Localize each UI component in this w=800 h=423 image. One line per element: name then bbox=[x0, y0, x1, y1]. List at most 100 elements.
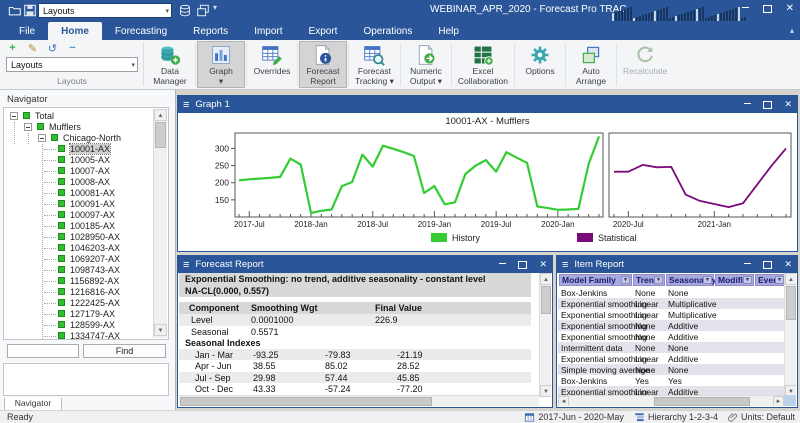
forecast-report-titlebar[interactable]: ≡ Forecast Report ✕ bbox=[178, 256, 552, 273]
scrollbar-thumb[interactable] bbox=[654, 397, 750, 406]
ribbon-button-numeric-output[interactable]: Numeric Output ▾ bbox=[402, 41, 450, 88]
item-report-row[interactable]: Exponential smoothingLinearMultiplicativ… bbox=[558, 298, 786, 309]
tree-item-1098743-AX[interactable]: 1098743-AX bbox=[4, 265, 154, 276]
graph-window-titlebar[interactable]: ≡ Graph 1 ✕ bbox=[178, 96, 797, 113]
window-menu-icon[interactable]: ≡ bbox=[183, 100, 189, 110]
remove-layout-icon[interactable]: − bbox=[66, 42, 79, 55]
close-button[interactable]: ✕ bbox=[784, 99, 792, 110]
menu-tab-reports[interactable]: Reports bbox=[180, 22, 241, 40]
filter-dropdown-icon[interactable]: ▼ bbox=[654, 276, 663, 284]
minimize-button[interactable] bbox=[744, 103, 751, 104]
item-report-titlebar[interactable]: ≡ Item Report ✕ bbox=[557, 256, 797, 273]
tree-branch-Mufflers[interactable]: Mufflers bbox=[4, 122, 154, 133]
maximize-button[interactable] bbox=[763, 101, 772, 109]
close-button[interactable]: ✕ bbox=[786, 3, 794, 14]
window-menu-icon[interactable]: ≡ bbox=[562, 260, 568, 270]
horizontal-scrollbar[interactable] bbox=[179, 395, 539, 406]
filter-dropdown-icon[interactable]: ▼ bbox=[775, 276, 784, 284]
edit-layout-icon[interactable]: ✎ bbox=[26, 42, 39, 55]
item-report-row[interactable]: Exponential smoothingNoneAdditive bbox=[558, 331, 786, 342]
close-button[interactable]: ✕ bbox=[784, 259, 792, 270]
tree-item-1222425-AX[interactable]: 1222425-AX bbox=[4, 298, 154, 309]
tree-item-128599-AX[interactable]: 128599-AX bbox=[4, 320, 154, 331]
layouts-combo[interactable]: Layouts ▾ bbox=[6, 57, 138, 72]
tree-item-1216816-AX[interactable]: 1216816-AX bbox=[4, 287, 154, 298]
ribbon-button-auto-arrange[interactable]: Auto Arrange bbox=[567, 41, 615, 88]
scroll-left-icon[interactable]: ◄ bbox=[558, 396, 569, 406]
save-icon[interactable] bbox=[23, 3, 37, 18]
tree-item-100185-AX[interactable]: 100185-AX bbox=[4, 221, 154, 232]
item-report-row[interactable]: Exponential smoothingNoneAdditive bbox=[558, 320, 786, 331]
minimize-button[interactable] bbox=[744, 263, 751, 264]
vertical-scrollbar[interactable]: ▲ ▼ bbox=[539, 273, 551, 397]
item-report-row[interactable]: Box-JenkinsNoneNone bbox=[558, 287, 786, 298]
column-header-modifier[interactable]: Modifier▼ bbox=[715, 274, 754, 286]
scrollbar-thumb[interactable] bbox=[155, 122, 166, 148]
minimize-button[interactable] bbox=[499, 263, 506, 264]
menu-tab-file[interactable]: File bbox=[6, 22, 48, 40]
collapse-icon[interactable] bbox=[38, 134, 46, 142]
ribbon-button-forecast-report[interactable]: Forecast Report bbox=[299, 41, 347, 88]
collapse-ribbon-icon[interactable]: ▴ bbox=[790, 26, 794, 35]
scroll-up-icon[interactable]: ▲ bbox=[785, 273, 796, 285]
undo-icon[interactable]: ↺ bbox=[46, 42, 59, 55]
tree-item-1156892-AX[interactable]: 1156892-AX bbox=[4, 276, 154, 287]
window-menu-icon[interactable]: ≡ bbox=[183, 260, 189, 270]
tree-branch-Chicago-North[interactable]: Chicago-North bbox=[4, 133, 154, 144]
quick-access-layouts-combo[interactable]: Layouts ▾ bbox=[38, 3, 172, 18]
scroll-up-icon[interactable]: ▲ bbox=[154, 109, 167, 121]
scrollbar-thumb[interactable] bbox=[541, 286, 551, 314]
item-report-row[interactable]: Simple moving averageNoneNone bbox=[558, 364, 786, 375]
tree-item-1334747-AX[interactable]: 1334747-AX bbox=[4, 331, 154, 339]
menu-tab-export[interactable]: Export bbox=[296, 22, 351, 40]
collapse-icon[interactable] bbox=[10, 112, 18, 120]
menu-tab-help[interactable]: Help bbox=[425, 22, 472, 40]
vertical-scrollbar[interactable]: ▲ ▼ bbox=[784, 273, 796, 397]
tree-item-10007-AX[interactable]: 10007-AX bbox=[4, 166, 154, 177]
copy-layout-icon[interactable] bbox=[196, 3, 210, 18]
item-report-row[interactable]: Box-JenkinsYesYes bbox=[558, 375, 786, 386]
item-report-row[interactable]: Exponential smoothingLinearAdditive bbox=[558, 353, 786, 364]
find-button[interactable]: Find bbox=[83, 344, 166, 358]
tree-item-10005-AX[interactable]: 10005-AX bbox=[4, 155, 154, 166]
close-button[interactable]: ✕ bbox=[539, 259, 547, 270]
ribbon-button-options[interactable]: Options bbox=[516, 41, 564, 88]
ribbon-button-forecast-tracking[interactable]: Forecast Tracking ▾ bbox=[350, 41, 399, 88]
maximize-button[interactable] bbox=[763, 5, 772, 13]
maximize-button[interactable] bbox=[763, 261, 772, 269]
item-report-row[interactable]: Intermittent dataNoneNone bbox=[558, 342, 786, 353]
tree-item-127179-AX[interactable]: 127179-AX bbox=[4, 309, 154, 320]
customize-toolbar-icon[interactable]: ▾ bbox=[213, 3, 227, 18]
filter-dropdown-icon[interactable]: ▼ bbox=[621, 276, 630, 284]
menu-tab-import[interactable]: Import bbox=[241, 22, 295, 40]
ribbon-button-graph[interactable]: Graph ▾ bbox=[197, 41, 245, 88]
menu-tab-forecasting[interactable]: Forecasting bbox=[102, 22, 180, 40]
tree-item-10001-AX[interactable]: 10001-AX bbox=[4, 144, 154, 155]
ribbon-button-excel-collaboration[interactable]: Excel Collaboration bbox=[453, 41, 513, 88]
add-layout-icon[interactable]: + bbox=[6, 42, 19, 55]
tree-item-100091-AX[interactable]: 100091-AX bbox=[4, 199, 154, 210]
maximize-button[interactable] bbox=[518, 261, 527, 269]
scroll-up-icon[interactable]: ▲ bbox=[540, 273, 551, 285]
scroll-right-icon[interactable]: ► bbox=[773, 396, 784, 406]
tree-item-1028950-AX[interactable]: 1028950-AX bbox=[4, 232, 154, 243]
scroll-down-icon[interactable]: ▼ bbox=[540, 385, 551, 397]
ribbon-button-data-manager[interactable]: Data Manager bbox=[146, 41, 194, 88]
navigator-notes-box[interactable] bbox=[3, 363, 169, 396]
filter-dropdown-icon[interactable]: ▼ bbox=[703, 276, 712, 284]
column-header-seasonality[interactable]: Seasonality▼ bbox=[666, 274, 714, 286]
tree-item-100097-AX[interactable]: 100097-AX bbox=[4, 210, 154, 221]
horizontal-scrollbar[interactable]: ◄ ► bbox=[558, 395, 784, 406]
minimize-button[interactable] bbox=[742, 7, 749, 8]
column-header-trend[interactable]: Trend▼ bbox=[633, 274, 665, 286]
tree-item-10008-AX[interactable]: 10008-AX bbox=[4, 177, 154, 188]
scroll-down-icon[interactable]: ▼ bbox=[154, 324, 167, 336]
tree-item-1046203-AX[interactable]: 1046203-AX bbox=[4, 243, 154, 254]
menu-tab-home[interactable]: Home bbox=[48, 22, 102, 40]
ribbon-button-overrides[interactable]: Overrides bbox=[248, 41, 296, 88]
tree-item-100081-AX[interactable]: 100081-AX bbox=[4, 188, 154, 199]
collapse-icon[interactable] bbox=[24, 123, 32, 131]
open-folder-icon[interactable] bbox=[8, 3, 22, 18]
filter-dropdown-icon[interactable]: ▼ bbox=[743, 276, 752, 284]
data-cylinder-icon[interactable] bbox=[178, 3, 192, 18]
